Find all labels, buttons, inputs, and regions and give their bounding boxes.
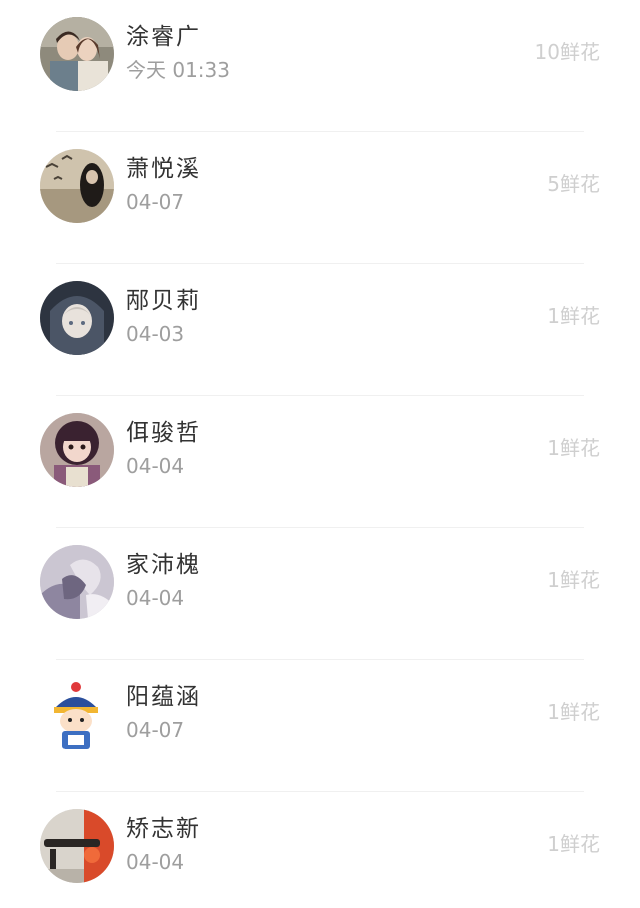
flower-count: 10鲜花 [534, 40, 600, 64]
flower-count: 1鲜花 [547, 700, 600, 724]
gift-time: 今天 01:33 [126, 58, 230, 82]
list-item[interactable]: 阳蕴涵 04-07 1鲜花 [0, 660, 640, 792]
gift-time: 04-04 [126, 850, 185, 874]
flower-gift-list: 涂睿广 今天 01:33 10鲜花 萧悦溪 04-07 5鲜花 邴贝莉 04-0… [0, 0, 640, 908]
list-item[interactable]: 邴贝莉 04-03 1鲜花 [0, 264, 640, 396]
user-name: 家沛槐 [126, 552, 201, 578]
gift-time: 04-07 [126, 718, 185, 742]
gift-time: 04-03 [126, 322, 185, 346]
list-item[interactable]: 家沛槐 04-04 1鲜花 [0, 528, 640, 660]
user-name: 阳蕴涵 [126, 684, 201, 710]
gift-time: 04-04 [126, 454, 185, 478]
gift-time: 04-04 [126, 586, 185, 610]
gift-time: 04-07 [126, 190, 185, 214]
avatar[interactable] [40, 677, 114, 751]
user-name: 矫志新 [126, 816, 201, 842]
user-name: 邴贝莉 [126, 288, 201, 314]
avatar[interactable] [40, 413, 114, 487]
flower-count: 5鲜花 [547, 172, 600, 196]
list-item[interactable]: 佴骏哲 04-04 1鲜花 [0, 396, 640, 528]
avatar[interactable] [40, 545, 114, 619]
flower-count: 1鲜花 [547, 304, 600, 328]
flower-count: 1鲜花 [547, 568, 600, 592]
list-item[interactable]: 矫志新 04-04 1鲜花 [0, 792, 640, 908]
list-item[interactable]: 涂睿广 今天 01:33 10鲜花 [0, 0, 640, 132]
user-name: 佴骏哲 [126, 420, 201, 446]
avatar[interactable] [40, 17, 114, 91]
avatar[interactable] [40, 281, 114, 355]
user-name: 萧悦溪 [126, 156, 201, 182]
list-item[interactable]: 萧悦溪 04-07 5鲜花 [0, 132, 640, 264]
flower-count: 1鲜花 [547, 832, 600, 856]
avatar[interactable] [40, 809, 114, 883]
flower-count: 1鲜花 [547, 436, 600, 460]
avatar[interactable] [40, 149, 114, 223]
user-name: 涂睿广 [126, 24, 201, 50]
